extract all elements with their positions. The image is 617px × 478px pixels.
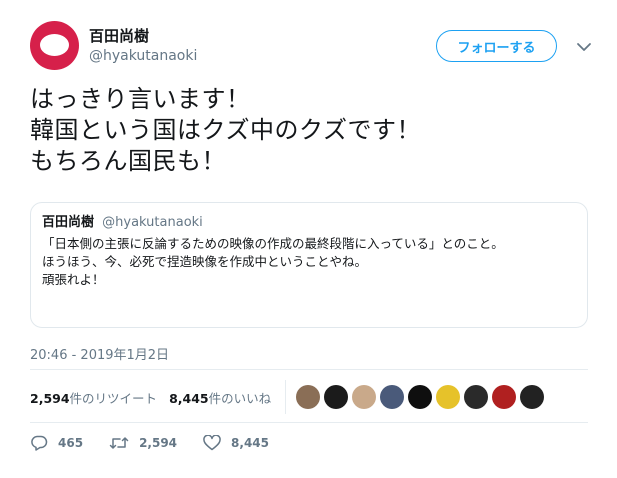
liker-avatar[interactable] — [380, 385, 405, 409]
tweet-actions: 465 2,594 8,445 — [30, 432, 295, 454]
chevron-down-icon[interactable] — [576, 41, 592, 53]
liker-avatar[interactable] — [464, 385, 489, 409]
stats-separator — [285, 380, 287, 414]
tweet-header: 百田尚樹 @hyakutanaoki フォローする — [30, 21, 600, 71]
quoted-line: 頑張れよ！ — [42, 272, 105, 287]
tweet-line: もちろん国民も！ — [30, 147, 226, 175]
quoted-line: 「日本側の主張に反論するための映像の作成の最終段階に入っている」とのこと。 — [42, 236, 504, 251]
liker-avatar[interactable] — [352, 385, 377, 409]
tweet-text: はっきり言います！ 韓国という国はクズ中のクズです！ もちろん国民も！ — [30, 84, 590, 177]
tweet-line: 韓国という国はクズ中のクズです！ — [30, 116, 422, 144]
divider — [30, 369, 588, 370]
quoted-author-name: 百田尚樹 — [42, 215, 95, 230]
author-display-name[interactable]: 百田尚樹 — [89, 26, 197, 46]
retweets-label: 件のリツイート — [69, 390, 158, 406]
avatar[interactable] — [30, 21, 79, 70]
retweet-count: 2,594 — [139, 436, 178, 450]
quoted-author-handle: @hyakutanaoki — [102, 215, 203, 230]
quoted-tweet-text: 「日本側の主張に反論するための映像の作成の最終段階に入っている」とのこと。 ほう… — [42, 235, 576, 289]
liker-avatar[interactable] — [408, 385, 433, 409]
like-action[interactable]: 8,445 — [203, 435, 269, 451]
retweet-action[interactable]: 2,594 — [109, 435, 177, 451]
liker-avatar[interactable] — [520, 385, 545, 409]
likes-label: 件のいいね — [208, 390, 272, 406]
reply-action[interactable]: 465 — [30, 435, 83, 451]
tweet-stats: 2,594件のリツイート 8,445件のいいね — [30, 380, 588, 414]
likes-count: 8,445 — [169, 390, 209, 406]
heart-icon — [203, 435, 221, 451]
author-block[interactable]: 百田尚樹 @hyakutanaoki — [89, 26, 197, 66]
author-handle[interactable]: @hyakutanaoki — [89, 47, 197, 66]
quoted-line: ほうほう、今、必死で捏造映像を作成中ということやね。 — [42, 254, 368, 269]
liker-avatar[interactable] — [324, 385, 349, 409]
retweets-count: 2,594 — [30, 390, 70, 406]
quoted-tweet[interactable]: 百田尚樹 @hyakutanaoki 「日本側の主張に反論するための映像の作成の… — [30, 202, 588, 328]
tweet-timestamp[interactable]: 20:46 - 2019年1月2日 — [30, 344, 169, 363]
divider — [30, 422, 588, 423]
quoted-tweet-header: 百田尚樹 @hyakutanaoki — [42, 214, 576, 232]
like-count: 8,445 — [231, 436, 269, 450]
liker-avatar[interactable] — [492, 385, 517, 409]
liker-avatars — [296, 385, 545, 409]
reply-icon — [31, 435, 48, 451]
liker-avatar[interactable] — [436, 385, 461, 409]
retweet-icon — [109, 437, 129, 449]
retweets-stat[interactable]: 2,594件のリツイート — [30, 388, 157, 407]
tweet-line: はっきり言います！ — [30, 85, 251, 113]
liker-avatar[interactable] — [296, 385, 321, 409]
reply-count: 465 — [58, 436, 84, 450]
follow-button[interactable]: フォローする — [436, 30, 557, 62]
likes-stat[interactable]: 8,445件のいいね — [169, 388, 271, 407]
